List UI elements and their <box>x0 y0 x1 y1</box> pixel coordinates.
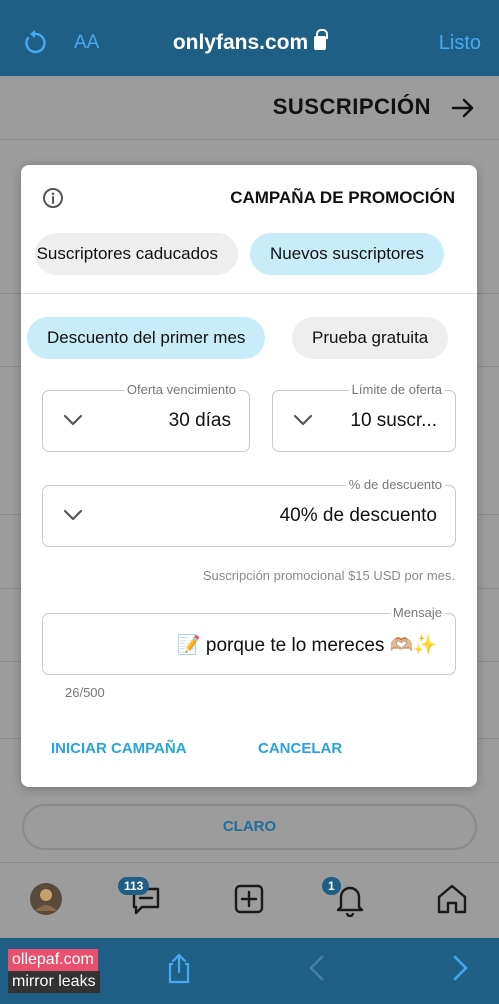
watermark: ollepaf.com mirror leaks <box>8 949 100 993</box>
lock-icon <box>314 29 329 50</box>
tab-first-month-discount[interactable]: Descuento del primer mes <box>27 317 266 359</box>
promo-price-hint: Suscripción promocional $15 USD por mes. <box>202 568 455 583</box>
cancel-button[interactable]: CANCELAR <box>258 740 342 757</box>
discount-label: % de descuento <box>345 477 445 492</box>
offer-expiration-select[interactable]: Oferta vencimiento 30 días <box>42 382 250 452</box>
message-value: 📝 porque te lo mereces 🫶🏼✨ <box>176 635 437 656</box>
discount-value: 40% de descuento <box>279 505 437 526</box>
notifications-badge: 1 <box>322 877 341 895</box>
divider <box>21 293 477 294</box>
page-title: SUSCRIPCIÓN <box>272 94 431 119</box>
modal-title: CAMPAÑA DE PROMOCIÓN <box>230 188 455 207</box>
chevron-down-icon <box>63 509 83 521</box>
message-input[interactable]: Mensaje 📝 porque te lo mereces 🫶🏼✨ <box>42 605 456 675</box>
message-label: Mensaje <box>389 605 445 620</box>
messages-badge: 113 <box>118 877 150 895</box>
home-icon[interactable] <box>434 881 470 917</box>
page-header: SUSCRIPCIÓN <box>0 76 499 140</box>
bottom-tab-bar: 113 1 <box>0 862 499 938</box>
add-post-icon[interactable] <box>231 881 267 917</box>
info-icon[interactable] <box>42 187 64 209</box>
chevron-down-icon <box>63 414 83 426</box>
offer-expiration-label: Oferta vencimiento <box>123 382 239 397</box>
back-arrow-icon[interactable] <box>451 96 475 120</box>
clear-button[interactable]: CLARO <box>22 804 477 850</box>
offer-limit-select[interactable]: Límite de oferta 10 suscr... <box>272 382 456 452</box>
tab-new-subscribers[interactable]: Nuevos suscriptores <box>250 233 445 275</box>
tab-expired-subscribers[interactable]: Suscriptores caducados <box>34 233 238 275</box>
forward-chevron-icon[interactable] <box>444 952 476 984</box>
done-button[interactable]: Listo <box>439 32 481 55</box>
discount-select[interactable]: % de descuento 40% de descuento <box>42 477 456 547</box>
url-text: onlyfans.com <box>172 31 309 54</box>
chevron-down-icon <box>293 414 313 426</box>
start-campaign-button[interactable]: INICIAR CAMPAÑA <box>51 740 187 757</box>
offer-limit-value: 10 suscr... <box>350 410 437 431</box>
back-chevron-icon[interactable] <box>302 952 334 984</box>
watermark-line-1: ollepaf.com <box>8 949 98 971</box>
browser-top-bar: AA onlyfans.com Listo <box>0 0 499 76</box>
tab-free-trial[interactable]: Prueba gratuita <box>292 317 449 359</box>
avatar[interactable] <box>28 881 64 917</box>
promotion-campaign-modal: CAMPAÑA DE PROMOCIÓN Nuevos suscriptores… <box>21 165 477 787</box>
watermark-line-2: mirror leaks <box>8 971 100 993</box>
offer-limit-label: Límite de oferta <box>348 382 445 397</box>
offer-expiration-value: 30 días <box>168 410 231 431</box>
message-char-counter: 26/500 <box>65 685 105 700</box>
address-bar[interactable]: onlyfans.com <box>0 29 499 55</box>
share-icon[interactable] <box>163 952 195 984</box>
